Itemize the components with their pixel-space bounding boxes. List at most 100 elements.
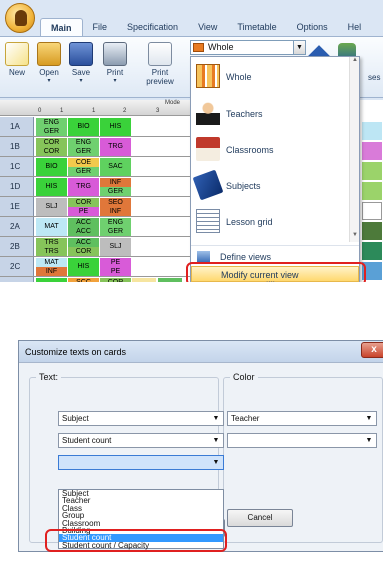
lesson-card[interactable]: SAC bbox=[100, 158, 131, 176]
lesson-card-text: COR bbox=[43, 139, 60, 146]
lesson-card[interactable]: ENG GER bbox=[36, 118, 67, 136]
grid-row: 2C MAT INF HIS PE PE bbox=[0, 257, 190, 277]
lesson-card-text: ACC bbox=[76, 219, 91, 226]
lesson-card[interactable]: HIS bbox=[36, 278, 67, 282]
app-menu-button[interactable] bbox=[5, 3, 35, 33]
folder-icon bbox=[37, 42, 61, 66]
lesson-card[interactable]: ENG GER bbox=[100, 218, 131, 236]
lesson-card[interactable]: PE PE bbox=[100, 258, 131, 276]
view-option-subjects[interactable]: Subjects bbox=[191, 169, 351, 201]
dialog-titlebar: Customize texts on cards x bbox=[19, 341, 383, 363]
open-button[interactable]: Open ▾ bbox=[34, 39, 64, 95]
tab-options[interactable]: Options bbox=[287, 18, 338, 36]
chevron-down-icon[interactable]: ▼ bbox=[210, 456, 222, 469]
lesson-card-text: SEO bbox=[108, 199, 123, 206]
view-select[interactable]: Whole ▼ bbox=[190, 40, 306, 55]
close-icon: x bbox=[371, 344, 377, 355]
dropdown-scrollbar[interactable]: ▲ ▼ bbox=[349, 57, 359, 242]
view-option-classrooms[interactable]: Classrooms bbox=[191, 135, 351, 165]
color-select-2[interactable]: ▼ bbox=[227, 433, 377, 448]
teacher-icon bbox=[196, 101, 220, 125]
lesson-card-text: GER bbox=[100, 187, 131, 196]
lesson-card[interactable]: TRS TRS bbox=[36, 238, 67, 256]
save-button-label: Save bbox=[71, 68, 91, 77]
save-button[interactable]: Save ▾ bbox=[66, 39, 96, 95]
view-option-teachers[interactable]: Teachers bbox=[191, 99, 351, 129]
period-3-header: 2 bbox=[123, 108, 127, 114]
view-option-label: Lesson grid bbox=[226, 217, 273, 227]
lesson-card-text: COR bbox=[36, 147, 67, 156]
chevron-down-icon[interactable]: ▼ bbox=[210, 434, 222, 447]
view-option-lesson-grid[interactable]: Lesson grid bbox=[191, 207, 351, 237]
lesson-card[interactable]: CORCOR bbox=[100, 278, 131, 282]
print-button-label: Print bbox=[106, 68, 124, 77]
grid-mode-label: Mode bbox=[165, 100, 181, 106]
grid-icon bbox=[196, 64, 220, 88]
scroll-down-icon[interactable]: ▼ bbox=[350, 232, 360, 242]
lesson-card-text: BIO bbox=[45, 163, 58, 170]
lesson-card[interactable]: INF GER bbox=[100, 178, 131, 196]
chevron-down-icon[interactable]: ▼ bbox=[293, 41, 305, 54]
print-button[interactable]: Print ▾ bbox=[100, 39, 130, 95]
text-select-2[interactable]: Student count ▼ bbox=[58, 433, 224, 448]
lesson-card[interactable]: ENG GER bbox=[68, 138, 99, 156]
lesson-card[interactable]: COE GER bbox=[68, 158, 99, 176]
house-icon bbox=[196, 137, 220, 161]
cancel-button[interactable]: Cancel bbox=[227, 509, 293, 527]
lesson-card[interactable]: COE bbox=[132, 278, 156, 282]
text-select-3[interactable]: ▼ bbox=[58, 455, 224, 470]
grid-row-label: 1D bbox=[0, 177, 34, 196]
lesson-card-text: INF bbox=[36, 267, 67, 276]
define-views-label: Define views bbox=[220, 252, 272, 262]
chevron-down-icon[interactable]: ▼ bbox=[210, 412, 222, 425]
new-button[interactable]: New bbox=[2, 39, 32, 95]
lesson-card[interactable]: CORCOR bbox=[36, 138, 67, 156]
print-preview-button[interactable]: Print preview bbox=[140, 39, 180, 95]
grid-row-label: 2C bbox=[0, 257, 34, 276]
view-option-whole[interactable]: Whole bbox=[191, 62, 351, 92]
lesson-card-text: PE bbox=[100, 267, 131, 276]
lesson-card[interactable]: ACC ACC bbox=[68, 218, 99, 236]
lesson-card[interactable]: MAT bbox=[36, 218, 67, 236]
lesson-card[interactable]: HIS bbox=[68, 258, 99, 276]
lesson-card[interactable]: TRG bbox=[68, 178, 99, 196]
dialog-title: Customize texts on cards bbox=[25, 347, 127, 357]
lesson-card[interactable]: BIO bbox=[68, 118, 99, 136]
lesson-card-text: MAT bbox=[44, 223, 59, 230]
lesson-card[interactable]: BIO bbox=[36, 158, 67, 176]
lesson-card[interactable]: MAT INF bbox=[36, 258, 67, 276]
chevron-down-icon[interactable]: ▼ bbox=[363, 412, 375, 425]
color-select-1[interactable]: Teacher ▼ bbox=[227, 411, 377, 426]
lesson-card[interactable]: SLJ bbox=[36, 198, 67, 216]
list-item[interactable]: Teacher bbox=[59, 497, 223, 505]
define-views-icon bbox=[197, 251, 210, 262]
tab-specification[interactable]: Specification bbox=[117, 18, 188, 36]
scroll-up-icon[interactable]: ▲ bbox=[350, 57, 360, 67]
period-0-header: 0 bbox=[38, 108, 42, 114]
lesson-card[interactable]: ACC COR bbox=[68, 238, 99, 256]
text-select-1-value: Subject bbox=[62, 414, 89, 423]
grid-row: 1C BIO COE GER SAC bbox=[0, 157, 190, 177]
lesson-card-text: COE bbox=[75, 159, 92, 166]
tab-file[interactable]: File bbox=[83, 18, 118, 36]
tab-timetable[interactable]: Timetable bbox=[227, 18, 286, 36]
lesson-card-text: ENG bbox=[75, 139, 92, 146]
lesson-card[interactable]: TRG bbox=[100, 138, 131, 156]
lesson-card[interactable]: SCCPE bbox=[68, 278, 99, 282]
color-select-1-value: Teacher bbox=[231, 414, 260, 423]
lesson-card[interactable]: ACC bbox=[158, 278, 182, 282]
close-button[interactable]: x bbox=[361, 342, 383, 358]
tab-view[interactable]: View bbox=[188, 18, 227, 36]
period-4-header: 3 bbox=[156, 108, 160, 114]
tab-main[interactable]: Main bbox=[40, 18, 83, 36]
lesson-card[interactable]: SLJ bbox=[100, 238, 131, 256]
lesson-card[interactable]: COR PE bbox=[68, 198, 99, 216]
lesson-card[interactable]: HIS bbox=[100, 118, 131, 136]
text-select-1[interactable]: Subject ▼ bbox=[58, 411, 224, 426]
lesson-card[interactable]: HIS bbox=[36, 178, 67, 196]
chevron-down-icon[interactable]: ▼ bbox=[363, 434, 375, 447]
grid-row: 2DHISSCCPECORCORCOEACC bbox=[0, 277, 190, 282]
tab-help[interactable]: Hel bbox=[338, 18, 372, 36]
lesson-card[interactable]: SEO INF bbox=[100, 198, 131, 216]
printer-icon bbox=[103, 42, 127, 66]
